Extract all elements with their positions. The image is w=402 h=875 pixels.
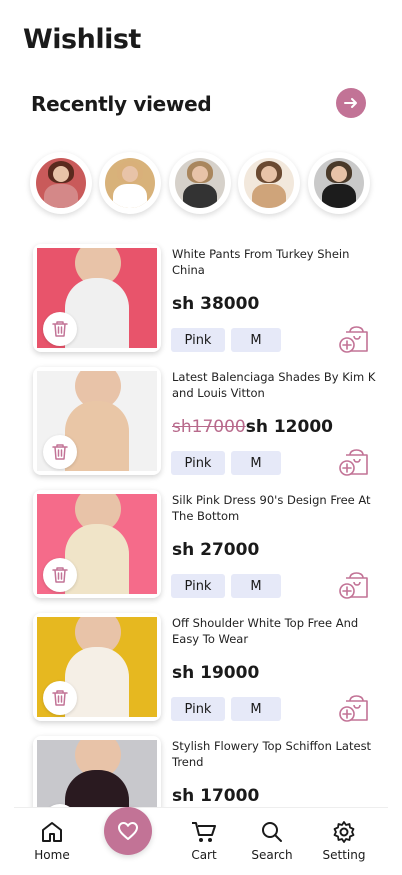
recent-item-photo [314, 158, 364, 208]
tab-wishlist[interactable] [104, 807, 152, 855]
tab-home-label: Home [34, 848, 70, 862]
product-current-price: sh 17000 [172, 786, 260, 806]
trash-icon [52, 321, 68, 337]
recent-item[interactable] [99, 152, 161, 214]
color-chip[interactable]: Pink [171, 697, 225, 721]
product-image[interactable] [33, 490, 161, 598]
tab-setting[interactable]: Setting [314, 820, 374, 862]
trash-icon [52, 567, 68, 583]
product-price: sh 19000 [172, 663, 259, 683]
cart-icon [192, 822, 216, 842]
recent-item[interactable] [308, 152, 370, 214]
product-name: Off Shoulder White Top Free And Easy To … [172, 616, 359, 646]
product-name: White Pants From Turkey Shein China [172, 247, 350, 277]
wishlist-item[interactable]: Latest Balenciaga Shades By Kim K and Lo… [0, 363, 402, 478]
product-current-price: sh 19000 [172, 663, 260, 683]
remove-button[interactable] [43, 681, 77, 715]
product-image[interactable] [33, 367, 161, 475]
size-chip[interactable]: M [231, 328, 281, 352]
add-to-cart-icon [339, 449, 368, 476]
add-to-cart-icon [339, 572, 368, 599]
product-image[interactable] [33, 613, 161, 721]
product-image[interactable] [33, 244, 161, 352]
tab-cart[interactable]: Cart [174, 820, 234, 862]
color-chip[interactable]: Pink [171, 574, 225, 598]
product-current-price: sh 27000 [172, 540, 260, 560]
wishlist-item[interactable]: Off Shoulder White Top Free And Easy To … [0, 609, 402, 724]
product-price: sh 17000 [172, 786, 259, 806]
product-price: sh 38000 [172, 294, 259, 314]
trash-icon [52, 444, 68, 460]
wishlist-item[interactable]: White Pants From Turkey Shein China sh 38… [0, 240, 402, 355]
add-to-cart-button[interactable] [338, 572, 370, 600]
page-title: Wishlist [23, 24, 141, 55]
add-to-cart-button[interactable] [338, 449, 370, 477]
size-chip[interactable]: M [231, 697, 281, 721]
recent-item-photo [244, 158, 294, 208]
product-price: sh17000sh 12000 [172, 417, 333, 437]
recent-item-photo [36, 158, 86, 208]
product-price: sh 27000 [172, 540, 259, 560]
product-name: Silk Pink Dress 90's Design Free At The … [172, 493, 371, 523]
recent-item[interactable] [238, 152, 300, 214]
recent-item-photo [175, 158, 225, 208]
color-chip[interactable]: Pink [171, 451, 225, 475]
heart-icon [118, 822, 138, 840]
product-old-price: sh17000 [172, 417, 246, 437]
size-chip[interactable]: M [231, 574, 281, 598]
recently-viewed-list [30, 152, 370, 214]
tab-search-label: Search [251, 848, 293, 862]
recent-item[interactable] [169, 152, 231, 214]
remove-button[interactable] [43, 558, 77, 592]
add-to-cart-icon [339, 326, 368, 353]
size-chip[interactable]: M [231, 451, 281, 475]
arrow-right-icon [344, 98, 357, 108]
trash-icon [52, 690, 68, 706]
tab-cart-label: Cart [191, 848, 217, 862]
tab-home[interactable]: Home [22, 820, 82, 862]
recently-viewed-title: Recently viewed [31, 92, 212, 116]
search-icon [262, 822, 282, 842]
tab-search[interactable]: Search [242, 820, 302, 862]
wishlist-item[interactable]: Silk Pink Dress 90's Design Free At The … [0, 486, 402, 601]
product-current-price: sh 38000 [172, 294, 260, 314]
tab-setting-label: Setting [322, 848, 366, 862]
remove-button[interactable] [43, 312, 77, 346]
recent-item[interactable] [30, 152, 92, 214]
color-chip[interactable]: Pink [171, 328, 225, 352]
home-icon [42, 822, 62, 842]
product-name: Latest Balenciaga Shades By Kim K and Lo… [172, 370, 376, 400]
gear-icon [333, 821, 355, 843]
add-to-cart-icon [339, 695, 368, 722]
add-to-cart-button[interactable] [338, 695, 370, 723]
remove-button[interactable] [43, 435, 77, 469]
bottom-tab-bar: Home Cart Search Setting [14, 807, 388, 875]
see-all-button[interactable] [336, 88, 366, 118]
recent-item-photo [105, 158, 155, 208]
product-name: Stylish Flowery Top Schiffon Latest Tren… [172, 739, 372, 769]
product-current-price: sh 12000 [245, 417, 334, 437]
add-to-cart-button[interactable] [338, 326, 370, 354]
